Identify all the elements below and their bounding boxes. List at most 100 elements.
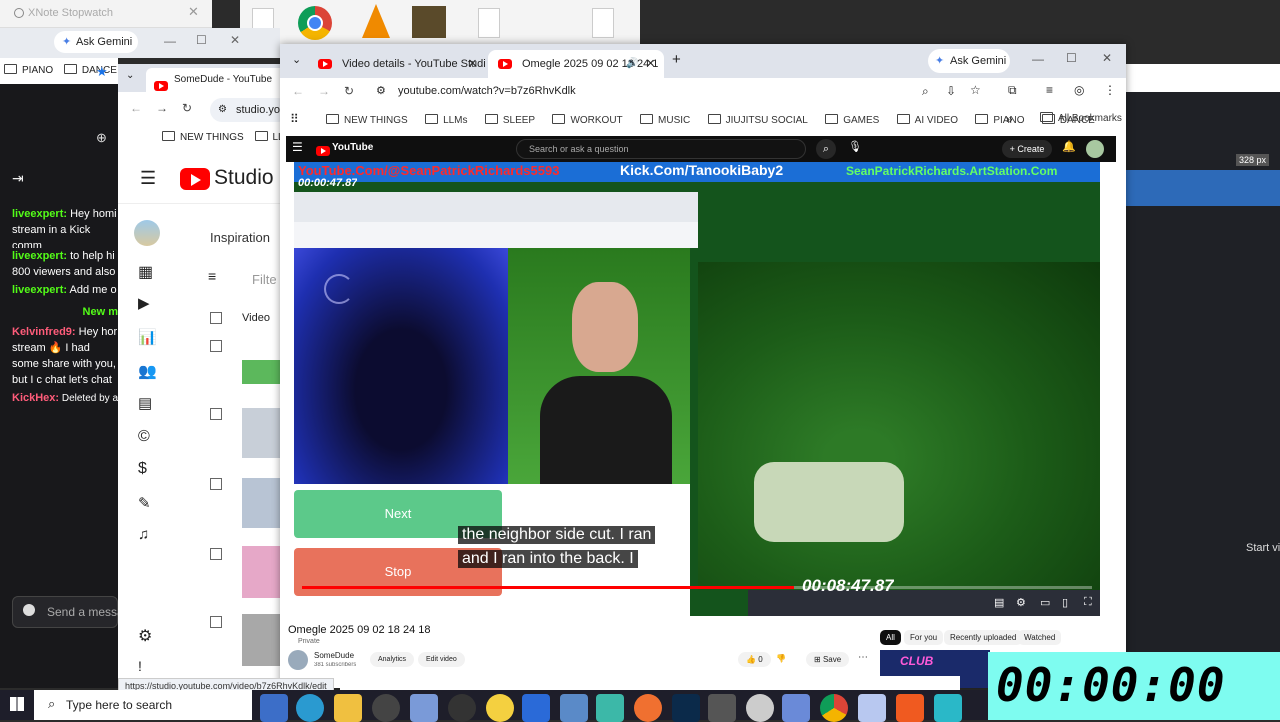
filter-input[interactable]: Filte [252,272,277,287]
bookmark[interactable]: PIANO [975,108,1024,132]
inspiration-tab[interactable]: Inspiration [210,230,270,245]
analytics-button[interactable]: Analytics [370,652,415,667]
reload-icon[interactable]: ↻ [344,84,354,98]
task-view-icon[interactable] [260,694,288,722]
minimize-icon[interactable]: — [1032,52,1044,66]
star-icon[interactable]: ★ [96,64,108,80]
row-checkbox[interactable] [210,478,222,490]
like-button[interactable]: 👍 0 [738,652,771,667]
app-icon[interactable] [410,694,438,722]
vlc-desktop-icon[interactable] [362,4,390,38]
profile-icon[interactable]: ◎ [1074,83,1084,97]
youtube-search-input[interactable]: Search or ask a question [516,139,806,159]
chip-recently-uploaded[interactable]: Recently uploaded [944,630,1023,645]
earn-icon[interactable]: $ [138,460,147,478]
search-icon[interactable]: ⌕ [816,139,836,159]
tab-video-details[interactable]: Video details - YouTube Studio ✕ [308,50,486,78]
bookmark[interactable]: SLEEP [484,108,535,132]
more-bookmarks-icon[interactable]: » [1006,106,1013,132]
theater-icon[interactable]: ▯ [1062,596,1068,609]
video-thumbnail[interactable] [242,614,282,666]
row-checkbox[interactable] [210,340,222,352]
miniplayer-icon[interactable]: ▭ [1040,596,1050,609]
video-thumbnail[interactable] [242,360,282,384]
row-checkbox[interactable] [210,408,222,420]
studio-tab[interactable]: SomeDude - YouTube [146,68,288,92]
windsurf-icon[interactable] [934,694,962,722]
content-icon[interactable]: ▶ [138,294,150,312]
obs-icon[interactable] [448,694,476,722]
save-button[interactable]: ⊞ Save [806,652,850,667]
create-button[interactable]: + Create [1002,140,1052,158]
photoshop-icon[interactable] [672,694,700,722]
chip-for-you[interactable]: For you [904,630,944,645]
avatar[interactable] [1086,140,1104,158]
bookmark[interactable]: GAMES [825,108,879,132]
video-player[interactable]: YouTube.Com/@SeanPatrickRichards5593 Kic… [294,162,1100,616]
community-icon[interactable]: 👥 [138,362,157,380]
site-info-icon[interactable]: ⚙ [218,98,227,122]
collapse-chat-icon[interactable]: ⇥ [12,170,24,187]
studio-address[interactable]: ⚙ studio.yo [210,98,290,122]
bookmark-piano[interactable]: PIANO [22,65,53,76]
more-actions-icon[interactable]: ⋯ [858,652,868,663]
edit-video-button[interactable]: Edit video [418,652,465,667]
fullscreen-icon[interactable]: ⛶ [1084,596,1092,609]
channel-avatar[interactable] [134,220,160,246]
bookmark[interactable]: NEW THINGS [326,108,408,132]
bookmark[interactable]: MUSIC [640,108,690,132]
row-checkbox[interactable] [210,616,222,628]
taskbar-search[interactable]: ⌕ Type here to search [34,690,252,720]
app-icon[interactable] [746,694,774,722]
app-icon[interactable] [782,694,810,722]
ask-gemini-button[interactable]: ✦ Ask Gemini [54,31,138,53]
settings-icon[interactable]: ⚙ [1016,596,1026,609]
file-desktop-icon[interactable] [592,8,614,38]
row-checkbox[interactable] [210,548,222,560]
subtitles-icon[interactable]: ▤ [138,394,152,412]
select-all-checkbox[interactable] [210,312,222,324]
file-explorer-icon[interactable] [334,694,362,722]
filter-icon[interactable]: ≡ [208,268,216,284]
bookmark[interactable]: LLMs [425,108,468,132]
site-info-icon[interactable]: ⚙ [376,84,386,97]
forward-icon[interactable]: → [318,84,330,98]
app-icon[interactable] [596,694,624,722]
channel-avatar[interactable] [288,650,308,670]
app-icon[interactable] [560,694,588,722]
close-tab-icon[interactable]: ✕ [646,50,655,78]
emoji-icon[interactable] [23,604,35,616]
menu-icon[interactable]: ☰ [140,168,156,189]
bookmark-new-things[interactable]: NEW THINGS [180,132,244,143]
analytics-icon[interactable]: 📊 [138,328,157,346]
bookmark[interactable]: WORKOUT [552,108,623,132]
tab-search-icon[interactable]: ⌄ [292,53,301,66]
apps-icon[interactable]: ⠿ [290,106,299,132]
notifications-icon[interactable]: 🔔 [1062,140,1076,153]
back-icon[interactable]: ← [292,84,304,98]
dashboard-icon[interactable]: ▦ [138,262,153,282]
bookmark-star-icon[interactable]: ☆ [970,83,981,97]
chat-input[interactable]: Send a messa [12,596,124,628]
address-bar[interactable]: youtube.com/watch?v=b7z6RhvKdlk [398,85,576,97]
reading-list-icon[interactable]: ≡ [1046,83,1053,97]
subtitles-icon[interactable]: ▤ [994,596,1004,609]
youtube-logo-text[interactable]: YouTube [332,142,373,153]
brave-icon[interactable] [896,694,924,722]
video-thumbnail[interactable] [242,546,282,598]
menu-icon[interactable]: ☰ [292,140,303,154]
ask-gemini-button[interactable]: ✦ Ask Gemini [928,49,1010,73]
copyright-icon[interactable]: © [138,428,150,446]
feedback-icon[interactable]: ! [138,658,142,674]
app-icon[interactable] [372,694,400,722]
all-bookmarks[interactable]: All Bookmarks [1040,106,1122,132]
video-thumbnail[interactable] [242,478,282,528]
audio-icon[interactable]: 🔊 [626,50,638,78]
chevron-down-icon[interactable]: ⌄ [126,70,134,81]
customize-icon[interactable]: ✎ [138,494,151,512]
chrome-icon[interactable] [820,694,848,722]
docs-icon[interactable] [522,694,550,722]
close-tab-icon[interactable]: ✕ [468,50,477,78]
maximize-icon[interactable]: ☐ [196,33,207,47]
minimize-icon[interactable]: — [164,34,176,48]
